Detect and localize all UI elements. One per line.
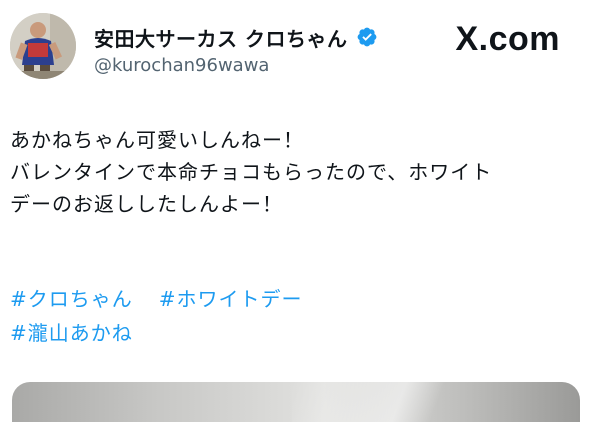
tweet-line: バレンタインで本命チョコもらったので、ホワイト: [10, 160, 493, 184]
tweet-line: あかねちゃん可愛いしんねー！: [10, 128, 304, 152]
hashtag-link[interactable]: #瀧山あかね: [10, 316, 133, 350]
hashtag-list: #クロちゃん #ホワイトデー #瀧山あかね: [10, 282, 329, 350]
avatar-photo: [10, 13, 76, 79]
hashtag-link[interactable]: #ホワイトデー: [159, 282, 303, 316]
hashtag-link[interactable]: #クロちゃん: [10, 282, 133, 316]
tweet-line: デーのお返ししたしんよー！: [10, 192, 283, 216]
tweet-text: あかねちゃん可愛いしんねー！ バレンタインで本命チョコもらったので、ホワイト デ…: [10, 124, 492, 220]
user-handle[interactable]: @kurochan96wawa: [94, 55, 269, 76]
media-highlight: [292, 382, 532, 422]
verified-badge-icon: [357, 27, 377, 47]
tweet-media[interactable]: [12, 382, 580, 422]
brand-text: X.com: [455, 20, 560, 58]
brand-mark: X.com: [455, 20, 560, 59]
display-name[interactable]: 安田大サーカス クロちゃん: [94, 23, 347, 52]
avatar[interactable]: [10, 13, 76, 79]
